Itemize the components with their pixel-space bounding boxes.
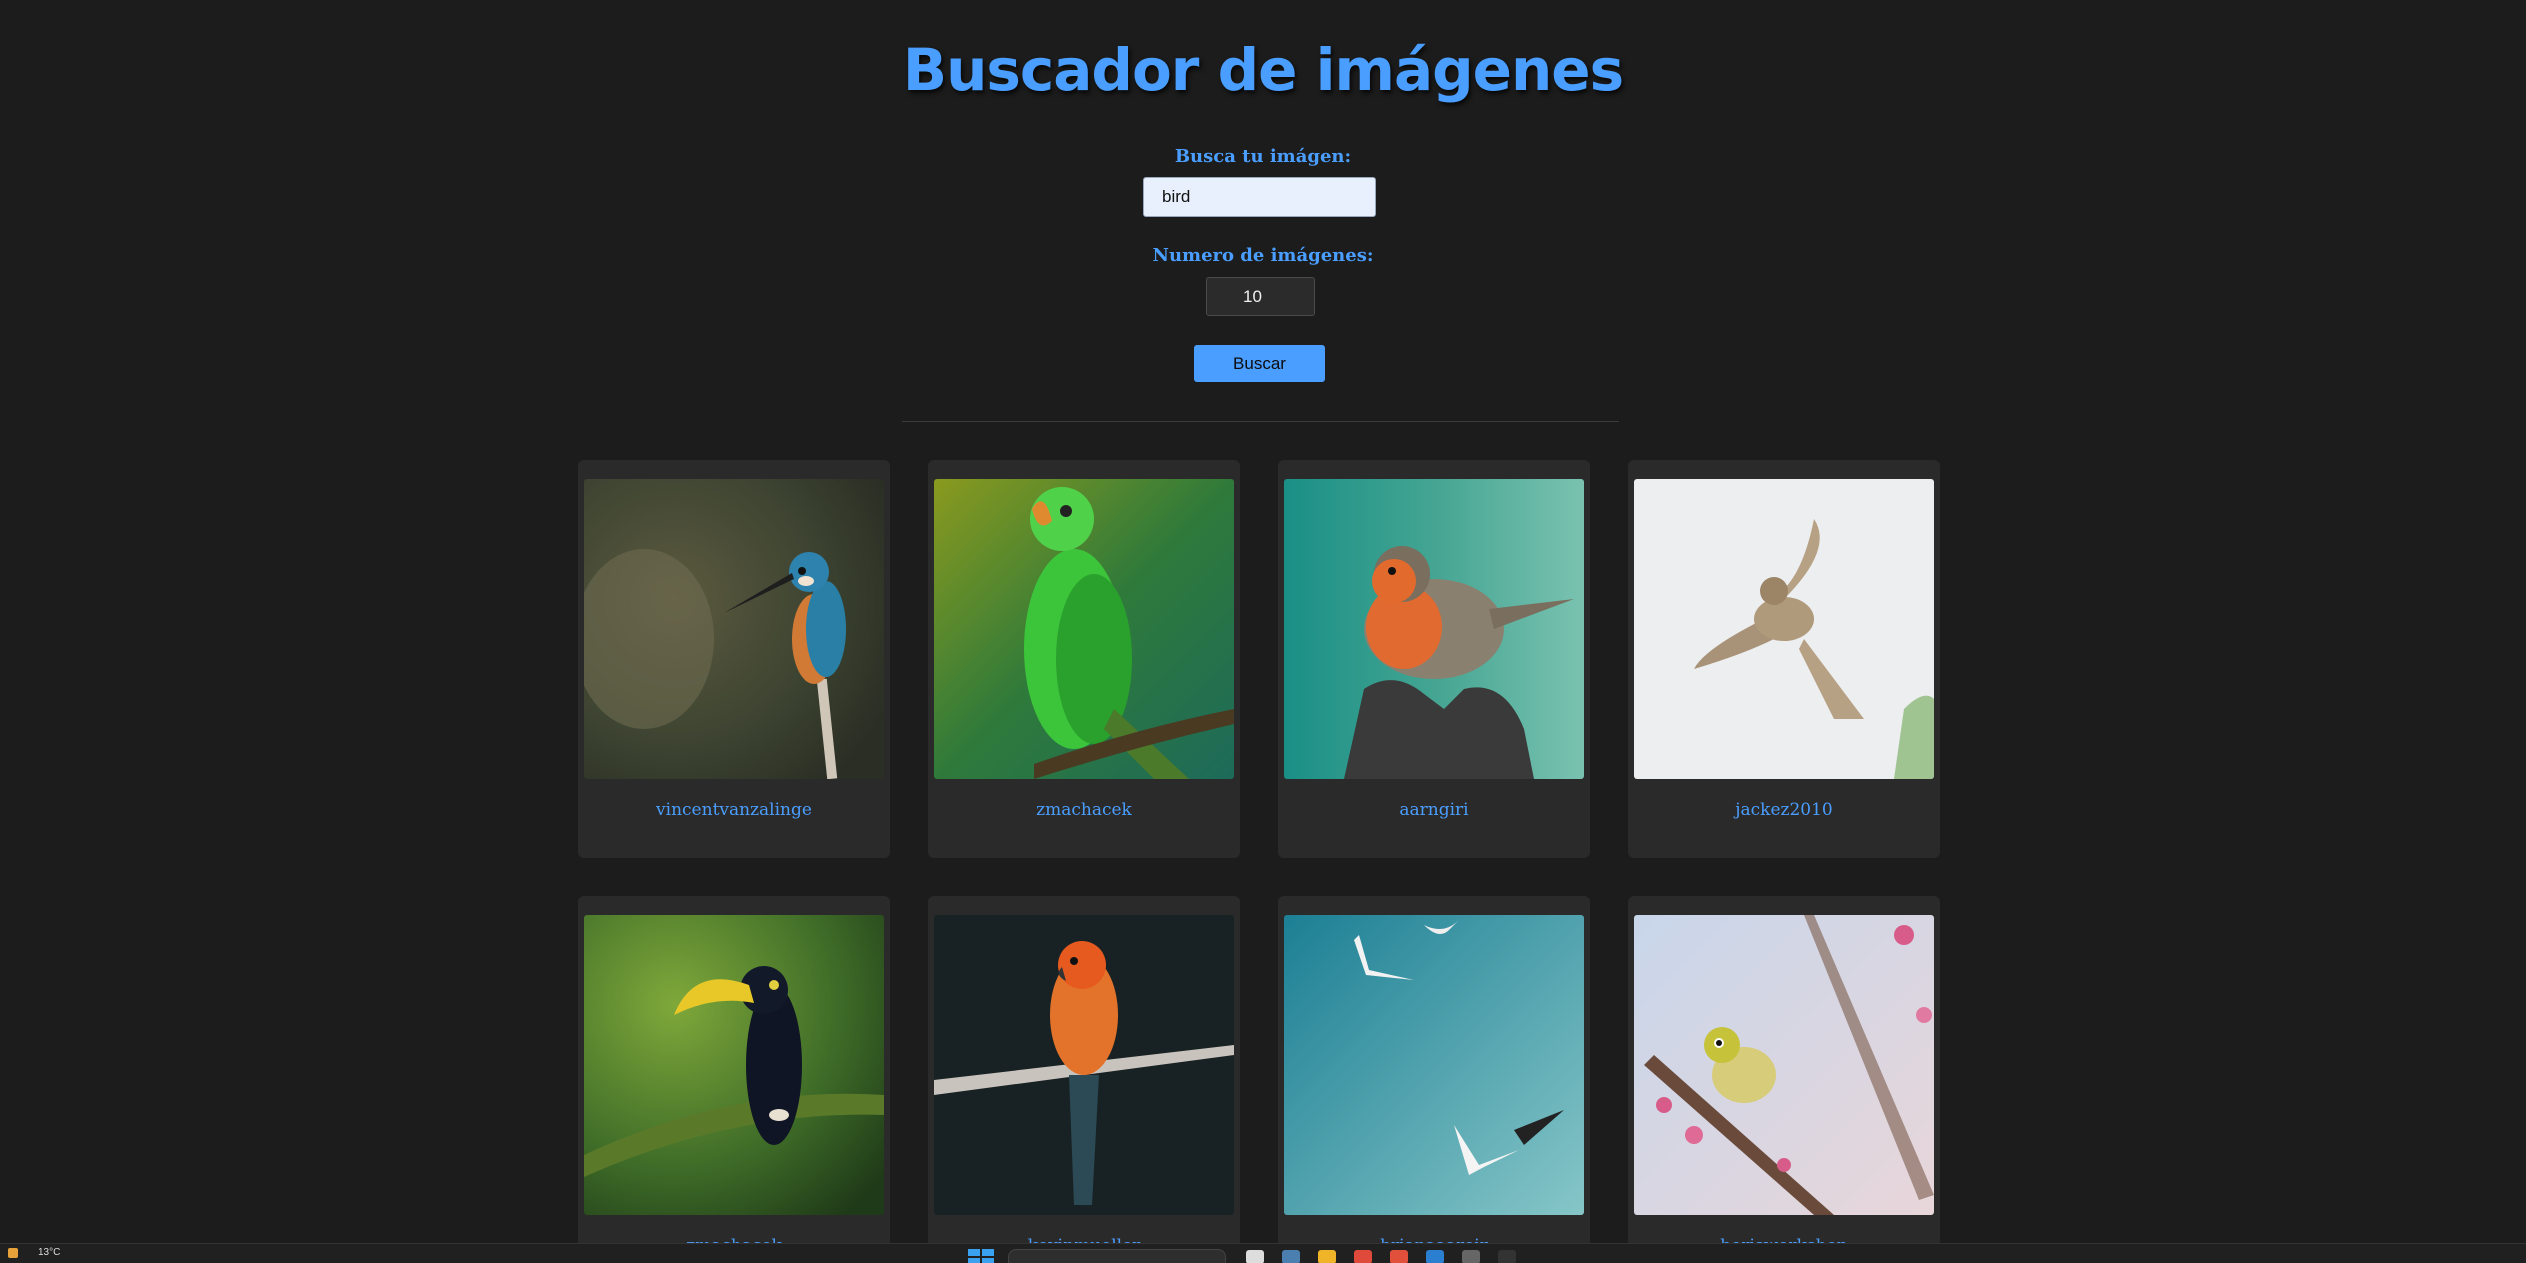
bird-photo[interactable] — [934, 915, 1234, 1215]
taskbar-search-box[interactable] — [1008, 1249, 1226, 1263]
image-card: vincentvanzalinge — [578, 460, 890, 858]
bird-photo[interactable] — [1634, 479, 1934, 779]
image-count-input[interactable]: 10 — [1206, 277, 1315, 316]
weather-icon[interactable] — [8, 1248, 18, 1258]
taskbar-app-icon[interactable] — [1282, 1250, 1300, 1263]
image-author-link[interactable]: aarngiri — [1284, 800, 1584, 820]
image-count-label: Numero de imágenes: — [1152, 245, 1374, 266]
image-gallery: vincentvanzalinge zmachacek aarngiri jac… — [578, 460, 1940, 1263]
os-taskbar: 13°C — [0, 1243, 2526, 1263]
image-author-link[interactable]: zmachacek — [934, 800, 1234, 820]
image-author-link[interactable]: vincentvanzalinge — [584, 800, 884, 820]
taskbar-app-icon[interactable] — [1354, 1250, 1372, 1263]
image-card: zmachacek — [928, 460, 1240, 858]
taskbar-app-icon[interactable] — [1498, 1250, 1516, 1263]
weather-temperature: 13°C — [38, 1247, 61, 1258]
bird-photo[interactable] — [584, 479, 884, 779]
image-card: aarngiri — [1278, 460, 1590, 858]
image-author-link[interactable]: jackez2010 — [1634, 800, 1934, 820]
image-card: zmachacek — [578, 896, 890, 1263]
search-button[interactable]: Buscar — [1194, 345, 1325, 382]
image-card: kevinmueller — [928, 896, 1240, 1263]
windows-start-icon[interactable] — [968, 1249, 994, 1263]
divider — [902, 421, 1619, 422]
bird-photo[interactable] — [584, 915, 884, 1215]
search-input[interactable]: bird — [1143, 177, 1376, 217]
taskbar-app-icon[interactable] — [1426, 1250, 1444, 1263]
page-title: Buscador de imágenes — [902, 36, 1624, 104]
image-card: brianaaareir — [1278, 896, 1590, 1263]
bird-photo[interactable] — [1284, 479, 1584, 779]
search-label: Busca tu imágen: — [1174, 146, 1352, 167]
taskbar-app-icon[interactable] — [1462, 1250, 1480, 1263]
image-card: borisworkshop — [1628, 896, 1940, 1263]
bird-photo[interactable] — [1284, 915, 1584, 1215]
bird-photo[interactable] — [1634, 915, 1934, 1215]
taskbar-app-icon[interactable] — [1318, 1250, 1336, 1263]
taskbar-app-icon[interactable] — [1246, 1250, 1264, 1263]
bird-photo[interactable] — [934, 479, 1234, 779]
taskbar-app-icon[interactable] — [1390, 1250, 1408, 1263]
image-card: jackez2010 — [1628, 460, 1940, 858]
